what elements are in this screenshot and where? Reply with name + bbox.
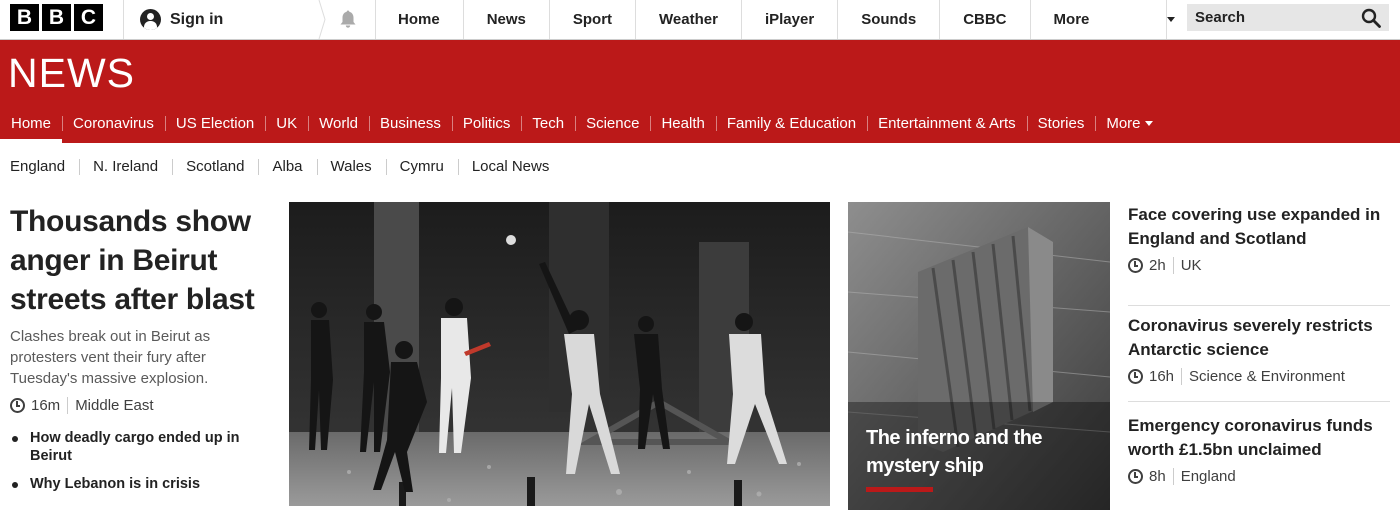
story-section-link[interactable]: Middle East bbox=[75, 397, 153, 414]
news-nav-item[interactable]: Family & Education bbox=[715, 108, 867, 138]
global-nav-item[interactable]: Home bbox=[375, 0, 464, 39]
global-nav: Home News Sport Weather iPlayer Sounds C… bbox=[375, 0, 1191, 39]
news-nav-item[interactable]: Tech bbox=[521, 108, 575, 138]
news-nav-item[interactable]: Science bbox=[575, 108, 650, 138]
search-box[interactable]: Search bbox=[1187, 4, 1389, 31]
related-link[interactable]: Why Lebanon is in crisis bbox=[10, 475, 270, 493]
notifications-button[interactable] bbox=[320, 0, 375, 39]
global-header: B B C Sign in Home News Sport Weather iP… bbox=[0, 0, 1400, 40]
news-nav-item[interactable]: Politics bbox=[451, 108, 522, 138]
divider bbox=[1172, 468, 1174, 485]
feature-caption[interactable]: The inferno and the mystery ship bbox=[866, 424, 1096, 480]
divider bbox=[1172, 257, 1174, 274]
story-meta: 16m Middle East bbox=[10, 397, 270, 414]
side-story-headline[interactable]: Face covering use expanded in England an… bbox=[1128, 203, 1390, 251]
news-title[interactable]: NEWS bbox=[8, 50, 135, 97]
divider bbox=[67, 397, 69, 414]
story-section-link[interactable]: UK bbox=[1181, 257, 1202, 274]
regional-nav-item[interactable]: Cymru bbox=[385, 158, 458, 175]
story-section-link[interactable]: England bbox=[1181, 468, 1236, 485]
global-nav-item[interactable]: CBBC bbox=[940, 0, 1031, 39]
news-banner: NEWS Home Coronavirus US Election UK Wor… bbox=[0, 40, 1400, 143]
lead-summary: Clashes break out in Beirut as protester… bbox=[10, 328, 211, 387]
sign-in-link[interactable]: Sign in bbox=[140, 0, 223, 39]
news-nav-item-home[interactable]: Home bbox=[0, 108, 63, 143]
story-time: 2h bbox=[1149, 257, 1166, 274]
clock-icon bbox=[10, 398, 25, 413]
side-story: Face covering use expanded in England an… bbox=[1128, 202, 1390, 306]
news-nav-item[interactable]: World bbox=[308, 108, 369, 138]
news-nav-item[interactable]: Business bbox=[369, 108, 452, 138]
regional-nav-item[interactable]: N. Ireland bbox=[79, 158, 172, 175]
story-time: 8h bbox=[1149, 468, 1166, 485]
lead-story-image[interactable] bbox=[289, 202, 830, 506]
global-nav-item[interactable]: Sport bbox=[550, 0, 637, 39]
news-nav: Home Coronavirus US Election UK World Bu… bbox=[0, 107, 1164, 143]
lead-headline[interactable]: Thousands show anger in Beirut streets a… bbox=[10, 202, 270, 319]
story-time: 16h bbox=[1149, 368, 1175, 385]
feature-story[interactable]: The inferno and the mystery ship bbox=[848, 202, 1110, 510]
regional-nav-item[interactable]: Local News bbox=[457, 158, 564, 175]
story-meta: 8h England bbox=[1128, 468, 1390, 485]
related-links: How deadly cargo ended up in Beirut Why … bbox=[10, 429, 270, 493]
story-section-link[interactable]: Science & Environment bbox=[1189, 368, 1345, 385]
regional-nav-item[interactable]: Wales bbox=[316, 158, 386, 175]
lead-story: Thousands show anger in Beirut streets a… bbox=[10, 202, 270, 503]
side-story-headline[interactable]: Coronavirus severely restricts Antarctic… bbox=[1128, 314, 1390, 362]
news-nav-item[interactable]: Health bbox=[650, 108, 715, 138]
global-nav-item[interactable]: iPlayer bbox=[742, 0, 839, 39]
divider bbox=[1181, 368, 1183, 385]
logo-letter: C bbox=[74, 4, 103, 31]
search-icon[interactable] bbox=[1361, 8, 1381, 28]
side-story: Emergency coronavirus funds worth £1.5bn… bbox=[1128, 402, 1390, 485]
clock-icon bbox=[1128, 258, 1143, 273]
more-label: More bbox=[1106, 114, 1141, 132]
bell-icon bbox=[340, 10, 356, 28]
caret-down-icon bbox=[1166, 17, 1175, 22]
bbc-logo[interactable]: B B C bbox=[10, 4, 103, 31]
news-nav-more-button[interactable]: More bbox=[1095, 108, 1163, 138]
global-nav-item[interactable]: Sounds bbox=[838, 0, 941, 39]
user-icon bbox=[140, 9, 161, 30]
side-story: Coronavirus severely restricts Antarctic… bbox=[1128, 306, 1390, 402]
story-time: 16m bbox=[31, 397, 61, 414]
regional-nav-item[interactable]: Scotland bbox=[172, 158, 258, 175]
accent-bar bbox=[866, 487, 933, 492]
regional-nav: England N. Ireland Scotland Alba Wales C… bbox=[0, 150, 563, 182]
protest-photo-image bbox=[289, 202, 830, 506]
clock-icon bbox=[1128, 469, 1143, 484]
side-story-headline[interactable]: Emergency coronavirus funds worth £1.5bn… bbox=[1128, 414, 1390, 462]
search-label: Search bbox=[1195, 9, 1246, 26]
news-nav-item[interactable]: UK bbox=[265, 108, 308, 138]
related-link[interactable]: How deadly cargo ended up in Beirut bbox=[10, 429, 270, 465]
side-stories: Face covering use expanded in England an… bbox=[1128, 202, 1390, 495]
global-nav-item[interactable]: Weather bbox=[636, 0, 742, 39]
clock-icon bbox=[1128, 369, 1143, 384]
logo-letter: B bbox=[10, 4, 39, 31]
global-nav-item[interactable]: News bbox=[464, 0, 550, 39]
caret-down-icon bbox=[1144, 120, 1153, 126]
news-nav-item[interactable]: US Election bbox=[164, 108, 265, 138]
news-nav-item[interactable]: Entertainment & Arts bbox=[867, 108, 1027, 138]
sign-in-label: Sign in bbox=[170, 10, 224, 28]
divider bbox=[1166, 0, 1167, 39]
story-meta: 16h Science & Environment bbox=[1128, 368, 1390, 385]
divider bbox=[123, 0, 124, 39]
news-nav-item[interactable]: Stories bbox=[1026, 108, 1096, 138]
regional-nav-item[interactable]: England bbox=[0, 158, 79, 175]
news-nav-item[interactable]: Coronavirus bbox=[62, 108, 165, 138]
more-label: More bbox=[1053, 11, 1090, 28]
logo-letter: B bbox=[42, 4, 71, 31]
story-meta: 2h UK bbox=[1128, 257, 1390, 274]
regional-nav-item[interactable]: Alba bbox=[258, 158, 316, 175]
